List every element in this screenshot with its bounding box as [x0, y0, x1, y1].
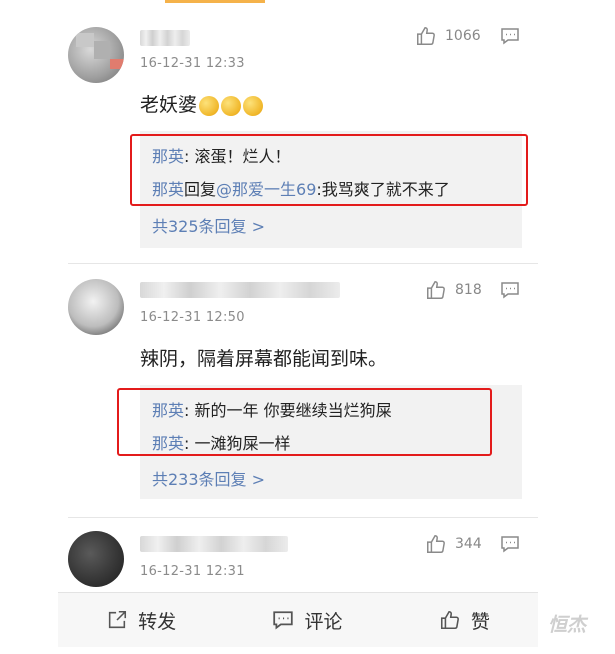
highlight-box — [130, 134, 528, 206]
emoji-group — [199, 95, 264, 116]
bottom-action-bar: 转发 评论 赞 — [58, 592, 538, 647]
divider — [68, 263, 538, 264]
avatar[interactable] — [68, 279, 124, 335]
share-icon — [109, 610, 127, 629]
thumbs-up-icon — [427, 535, 445, 553]
comment-icon — [273, 611, 294, 630]
like-label: 赞 — [470, 610, 490, 633]
repost-label: 转发 — [138, 610, 177, 633]
comment-reply-icon[interactable] — [500, 281, 520, 299]
emoji-icon — [243, 95, 264, 116]
emoji-icon — [221, 95, 242, 116]
timestamp: 16-12-31 12:31 — [140, 564, 245, 579]
like-button[interactable]: 344 — [425, 533, 482, 555]
view-replies-link[interactable]: 共325条回复 > — [152, 213, 265, 237]
avatar[interactable] — [68, 27, 124, 83]
active-tab-indicator — [165, 0, 265, 3]
comment-text: 辣阴，隔着屏幕都能闻到味。 — [140, 348, 388, 370]
username-blurred[interactable] — [140, 30, 190, 46]
comment-reply-icon[interactable] — [500, 27, 520, 45]
like-button[interactable]: 818 — [425, 279, 482, 301]
username-blurred[interactable] — [140, 282, 340, 298]
like-count: 818 — [455, 282, 482, 298]
like-action-button[interactable]: 赞 — [439, 607, 490, 634]
thumbs-up-icon — [417, 27, 435, 45]
view-replies-link[interactable]: 共233条回复 > — [152, 466, 265, 490]
username-blurred[interactable] — [140, 536, 288, 552]
comment-reply-icon[interactable] — [500, 535, 520, 553]
timestamp: 16-12-31 12:50 — [140, 310, 245, 325]
watermark: 恒杰 — [548, 614, 587, 636]
thumbs-up-icon — [440, 610, 459, 630]
highlight-box — [117, 388, 492, 456]
thumbs-up-icon — [427, 281, 445, 299]
comment-label: 评论 — [304, 610, 343, 633]
divider — [68, 517, 538, 518]
avatar[interactable] — [68, 531, 124, 587]
like-count: 344 — [455, 536, 482, 552]
like-button[interactable]: 1066 — [415, 25, 481, 47]
comment-button[interactable]: 评论 — [272, 607, 343, 634]
like-count: 1066 — [445, 28, 481, 44]
emoji-icon — [199, 95, 220, 116]
timestamp: 16-12-31 12:33 — [140, 56, 245, 71]
comment-text: 老妖婆 — [140, 90, 264, 117]
repost-button[interactable]: 转发 — [106, 607, 176, 634]
